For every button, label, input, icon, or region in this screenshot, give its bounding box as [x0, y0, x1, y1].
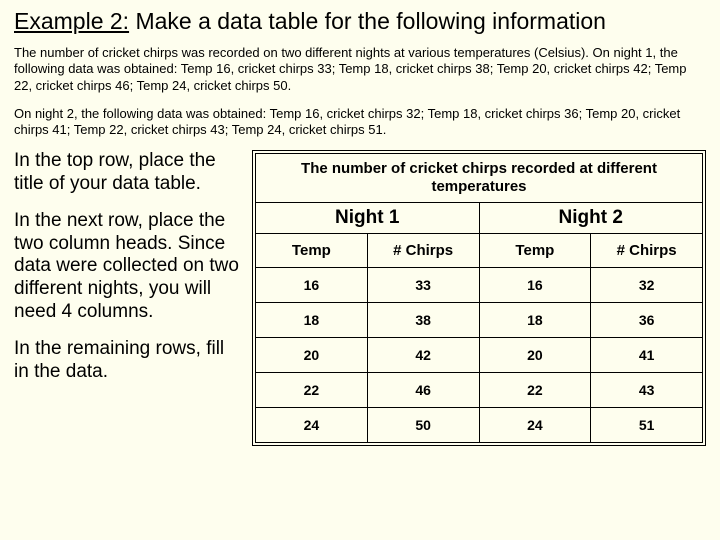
data-table-wrap: The number of cricket chirps recorded at… — [252, 150, 706, 446]
instruction-step-2: In the next row, place the two column he… — [14, 210, 244, 324]
cell-n1-temp: 18 — [256, 303, 368, 338]
col-header-chirps: # Chirps — [591, 234, 703, 268]
group-header-night1: Night 1 — [256, 203, 480, 234]
table-row-headers: Temp # Chirps Temp # Chirps — [256, 234, 703, 268]
cell-n1-temp: 20 — [256, 338, 368, 373]
instructions: In the top row, place the title of your … — [14, 150, 244, 446]
table-title: The number of cricket chirps recorded at… — [256, 154, 703, 203]
cell-n2-chirps: 32 — [591, 268, 703, 303]
paragraph-2: On night 2, the following data was obtai… — [14, 106, 706, 139]
table-row-groups: Night 1 Night 2 — [256, 203, 703, 234]
cell-n2-temp: 20 — [479, 338, 591, 373]
cell-n1-temp: 24 — [256, 408, 368, 443]
heading-label: Example 2: — [14, 8, 129, 34]
page-heading: Example 2: Make a data table for the fol… — [14, 8, 706, 35]
cell-n1-chirps: 33 — [367, 268, 479, 303]
cell-n1-chirps: 38 — [367, 303, 479, 338]
table-row: 16 33 16 32 — [256, 268, 703, 303]
cell-n2-temp: 16 — [479, 268, 591, 303]
table-row: 24 50 24 51 — [256, 408, 703, 443]
cell-n1-chirps: 46 — [367, 373, 479, 408]
cell-n1-chirps: 42 — [367, 338, 479, 373]
col-header-chirps: # Chirps — [367, 234, 479, 268]
table-row-title: The number of cricket chirps recorded at… — [256, 154, 703, 203]
group-header-night2: Night 2 — [479, 203, 703, 234]
cell-n2-temp: 18 — [479, 303, 591, 338]
cell-n1-temp: 22 — [256, 373, 368, 408]
content-row: In the top row, place the title of your … — [14, 150, 706, 446]
cell-n2-chirps: 43 — [591, 373, 703, 408]
instruction-step-1: In the top row, place the title of your … — [14, 150, 244, 196]
data-table: The number of cricket chirps recorded at… — [255, 153, 703, 443]
cell-n2-temp: 22 — [479, 373, 591, 408]
cell-n2-chirps: 51 — [591, 408, 703, 443]
table-row: 20 42 20 41 — [256, 338, 703, 373]
cell-n2-temp: 24 — [479, 408, 591, 443]
cell-n2-chirps: 41 — [591, 338, 703, 373]
col-header-temp: Temp — [479, 234, 591, 268]
table-row: 18 38 18 36 — [256, 303, 703, 338]
cell-n1-temp: 16 — [256, 268, 368, 303]
cell-n2-chirps: 36 — [591, 303, 703, 338]
heading-text: Make a data table for the following info… — [135, 8, 606, 34]
table-row: 22 46 22 43 — [256, 373, 703, 408]
paragraph-1: The number of cricket chirps was recorde… — [14, 45, 706, 94]
instruction-step-3: In the remaining rows, fill in the data. — [14, 338, 244, 384]
cell-n1-chirps: 50 — [367, 408, 479, 443]
col-header-temp: Temp — [256, 234, 368, 268]
